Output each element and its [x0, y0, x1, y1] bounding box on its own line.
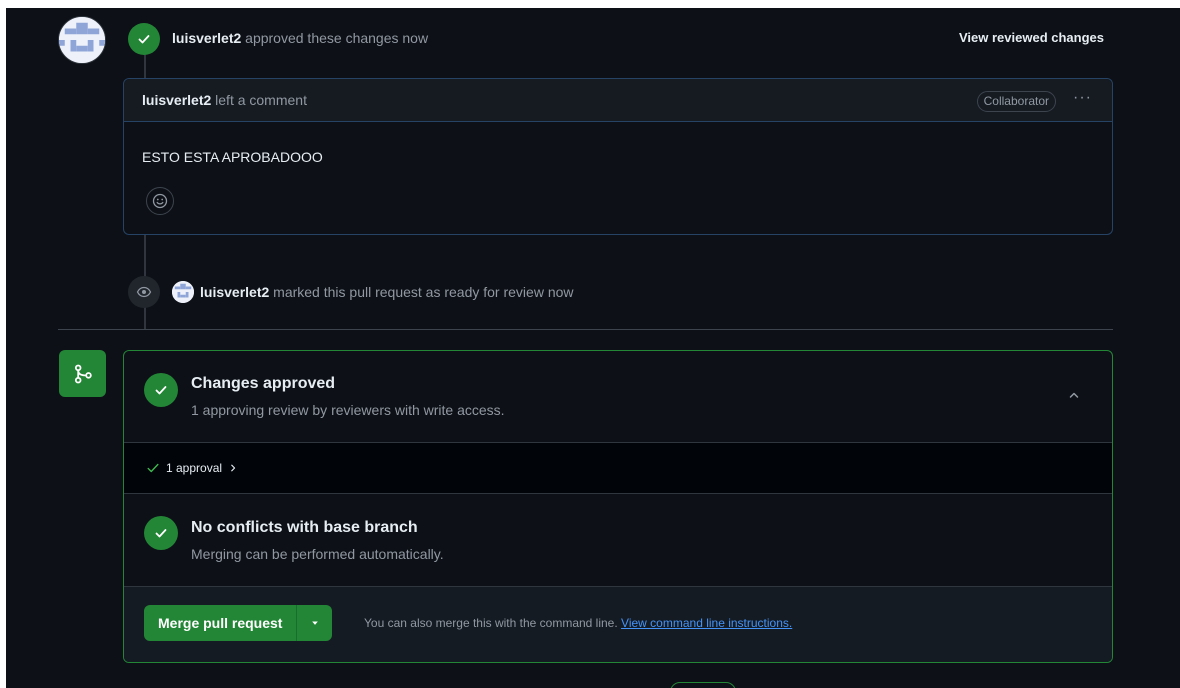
identicon — [172, 281, 194, 303]
approved-check — [144, 373, 178, 407]
comment-body: ESTO ESTA APROBADOOO — [142, 149, 323, 165]
review-summary: luisverlet2 approved these changes now — [172, 30, 428, 46]
comment-title: luisverlet2 left a comment — [142, 92, 307, 108]
merge-actions: Merge pull request You can also merge th… — [124, 586, 1112, 662]
merge-box: Changes approved 1 approving review by r… — [123, 350, 1113, 663]
conflicts-section: No conflicts with base branch Merging ca… — [124, 494, 1112, 586]
command-line-text: You can also merge this with the command… — [364, 616, 618, 630]
chevron-up-icon[interactable] — [1066, 387, 1082, 403]
merge-pull-request-button[interactable]: Merge pull request — [144, 605, 297, 641]
avatar[interactable] — [58, 16, 106, 64]
merge-button-group: Merge pull request — [144, 605, 333, 641]
triangle-down-icon — [312, 621, 318, 625]
conflicts-check — [144, 516, 178, 550]
smiley-icon — [152, 193, 168, 209]
conflicts-title: No conflicts with base branch — [191, 519, 418, 536]
review-action: approved these changes now — [245, 30, 429, 46]
git-merge-icon — [74, 364, 92, 383]
conflicts-subtitle: Merging can be performed automatically. — [191, 546, 444, 562]
event-user[interactable]: luisverlet2 — [200, 284, 269, 300]
command-line-instructions-link[interactable]: View command line instructions. — [621, 616, 792, 630]
command-line-hint: You can also merge this with the command… — [364, 616, 792, 630]
event-badge — [128, 276, 160, 308]
comment-action: left a comment — [215, 92, 307, 108]
changes-approved-title: Changes approved — [191, 375, 336, 392]
review-comment: luisverlet2 left a comment Collaborator … — [123, 78, 1113, 235]
check-icon — [155, 386, 167, 395]
check-icon — [138, 35, 150, 44]
approvals-label: 1 approval — [166, 461, 223, 475]
comment-menu-button[interactable]: ··· — [1073, 89, 1092, 107]
event-action: marked this pull request as ready for re… — [273, 284, 574, 300]
reviewer-name[interactable]: luisverlet2 — [172, 30, 241, 46]
partial-button[interactable] — [670, 682, 736, 688]
approvals-toggle[interactable]: 1 approval — [146, 461, 238, 475]
add-reaction-button[interactable] — [146, 187, 174, 215]
event-avatar[interactable] — [172, 281, 194, 303]
comment-author[interactable]: luisverlet2 — [142, 92, 211, 108]
approved-badge — [128, 23, 160, 55]
changes-approved-subtitle: 1 approving review by reviewers with wri… — [191, 402, 505, 418]
changes-approved-section: Changes approved 1 approving review by r… — [124, 351, 1112, 442]
view-reviewed-changes-link[interactable]: View reviewed changes — [959, 30, 1104, 45]
timeline-divider — [58, 329, 1113, 330]
comment-header: luisverlet2 left a comment Collaborator … — [124, 79, 1112, 122]
eye-icon — [136, 286, 152, 298]
check-icon — [147, 463, 159, 473]
approvals-section: 1 approval — [124, 442, 1112, 494]
event-summary: luisverlet2 marked this pull request as … — [200, 284, 574, 300]
identicon — [59, 17, 105, 63]
merge-method-dropdown[interactable] — [296, 605, 333, 641]
check-icon — [155, 529, 167, 538]
collaborator-badge: Collaborator — [976, 91, 1056, 112]
merge-status-badge — [59, 350, 106, 397]
pr-timeline: luisverlet2 approved these changes now V… — [6, 8, 1180, 688]
chevron-right-icon — [231, 464, 236, 472]
